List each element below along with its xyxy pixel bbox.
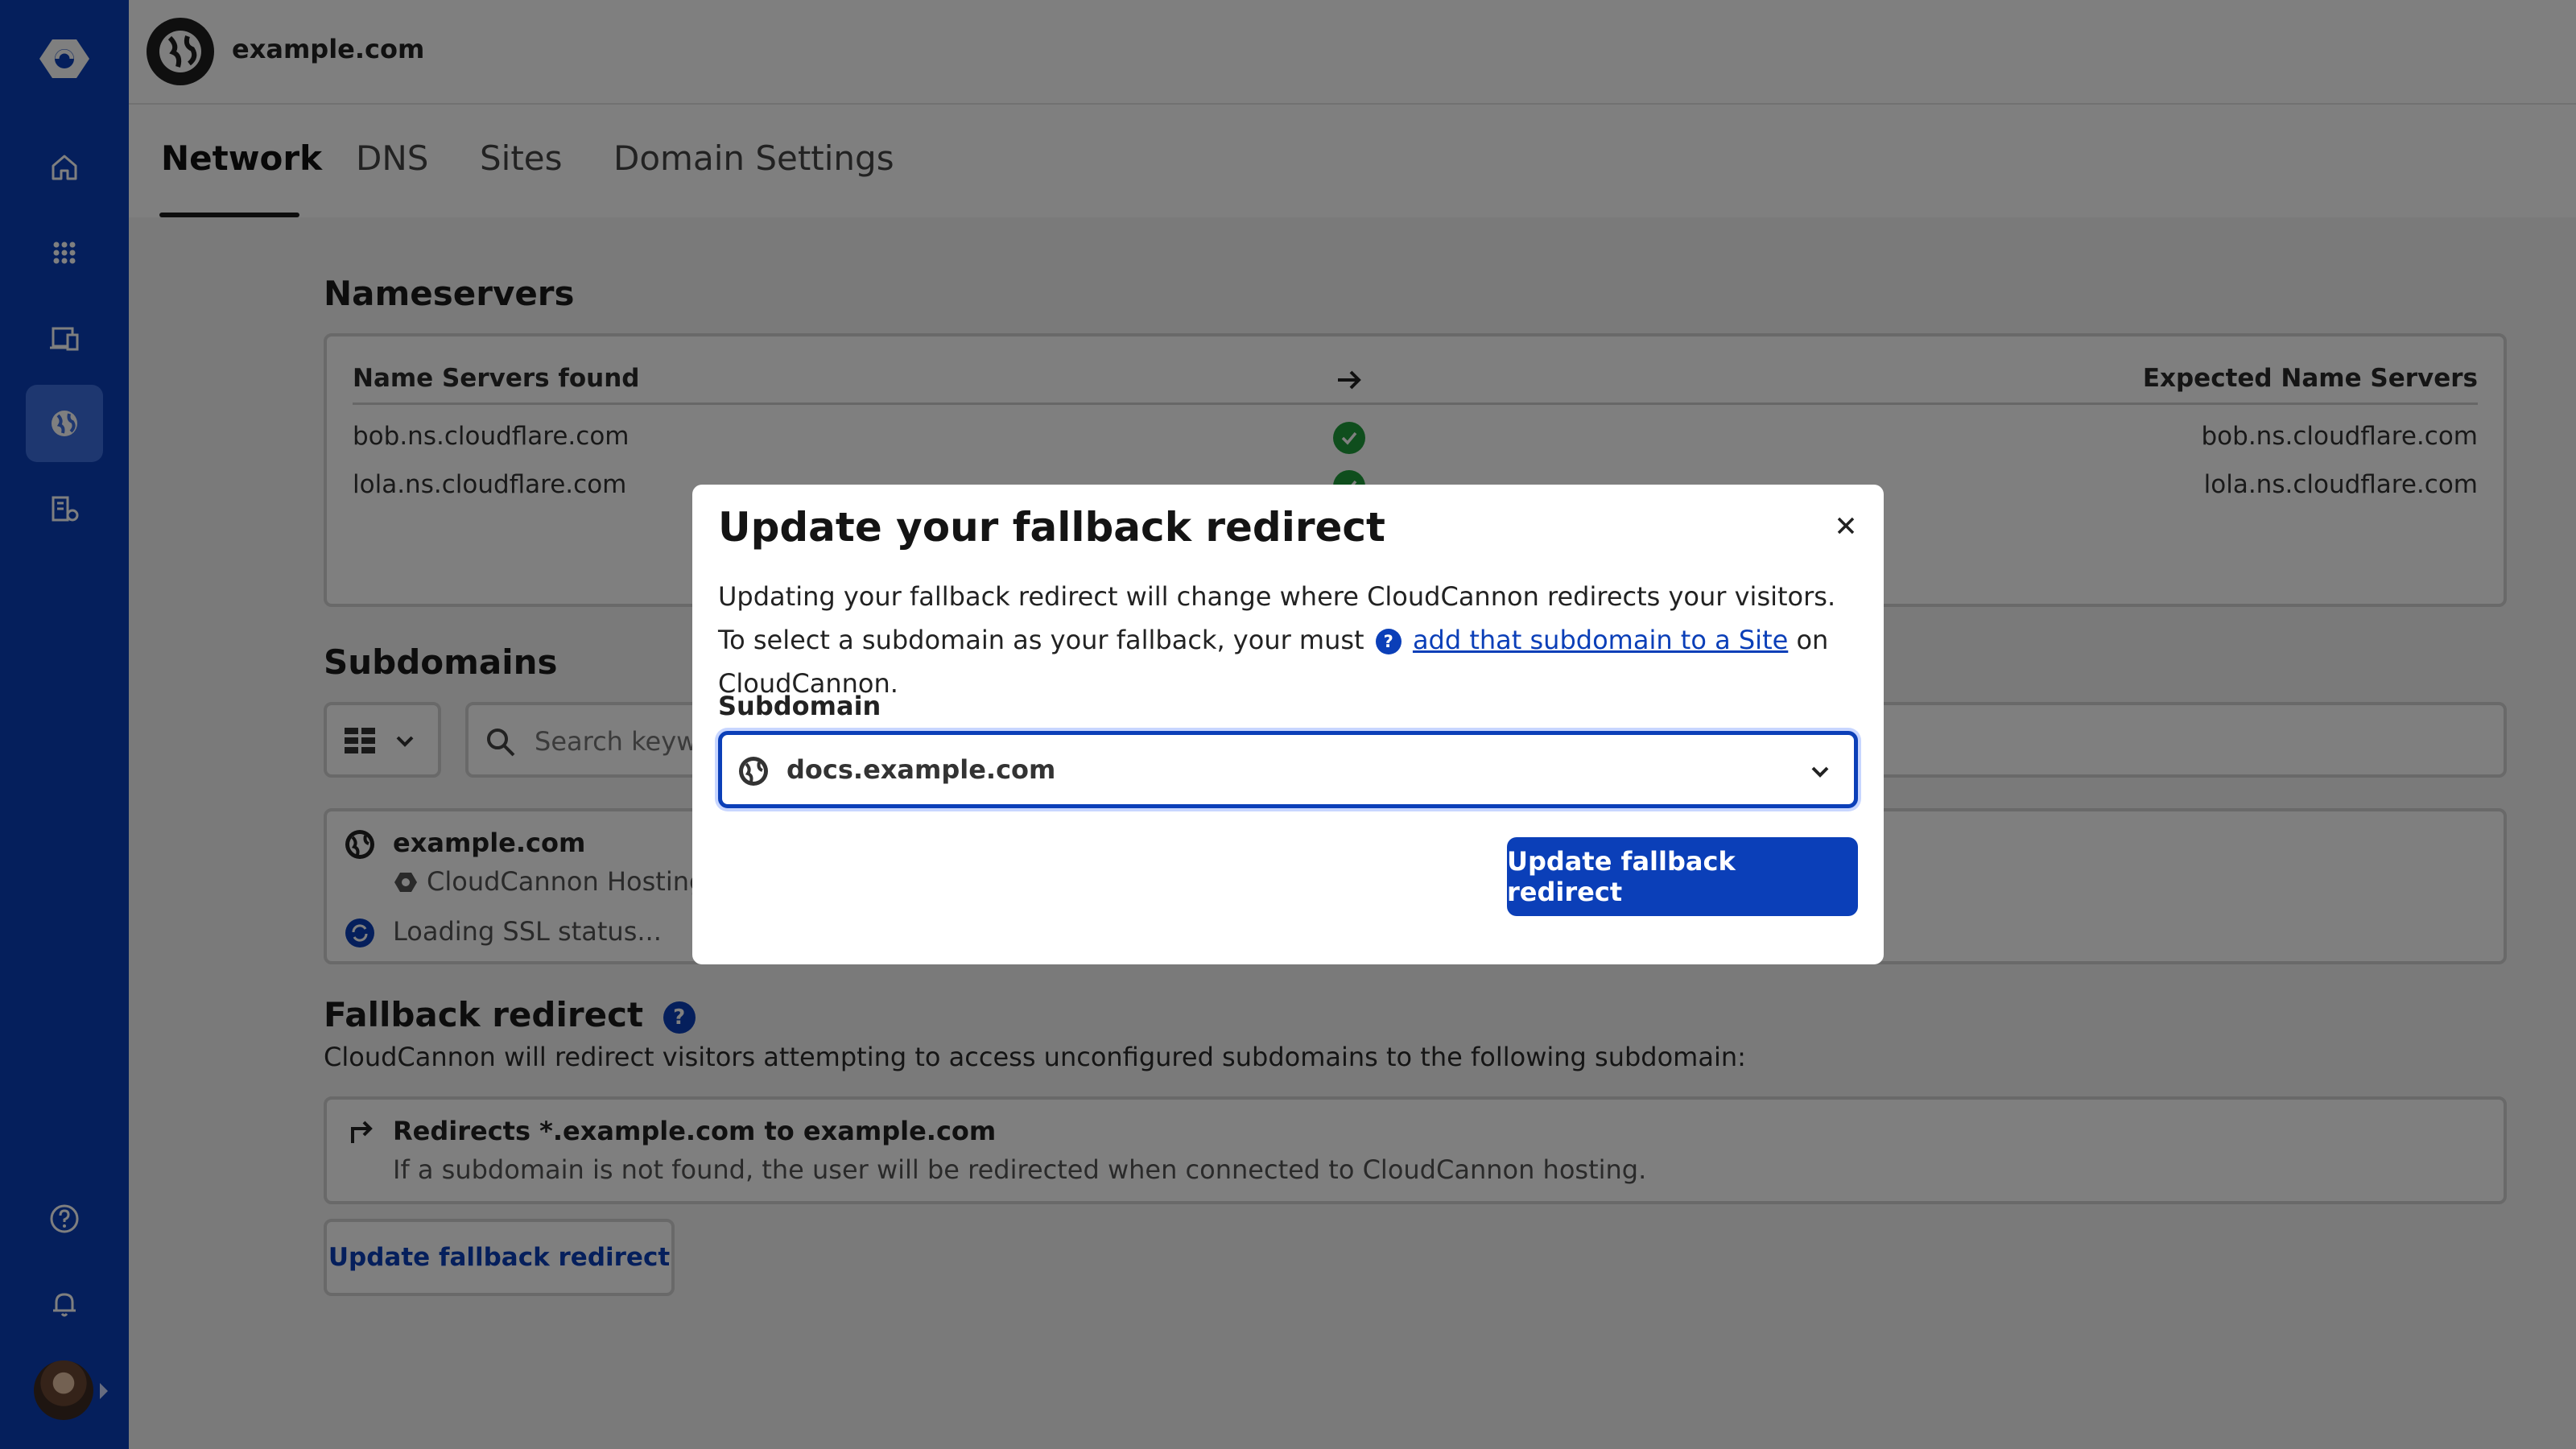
help-icon[interactable]: ? — [1375, 629, 1402, 654]
subdomain-select[interactable]: docs.example.com — [718, 731, 1858, 808]
close-icon[interactable] — [1827, 507, 1864, 544]
add-subdomain-link[interactable]: add that subdomain to a Site — [1413, 625, 1788, 655]
globe-icon — [739, 757, 768, 786]
modal-title: Update your fallback redirect — [718, 504, 1385, 551]
update-fallback-submit-button[interactable]: Update fallback redirect — [1507, 837, 1858, 916]
fallback-redirect-modal: Update your fallback redirect Updating y… — [692, 485, 1884, 964]
chevron-down-icon — [1811, 766, 1829, 778]
subdomain-label: Subdomain — [718, 691, 881, 721]
modal-body: Updating your fallback redirect will cha… — [718, 575, 1861, 705]
selected-subdomain: docs.example.com — [786, 754, 1056, 785]
